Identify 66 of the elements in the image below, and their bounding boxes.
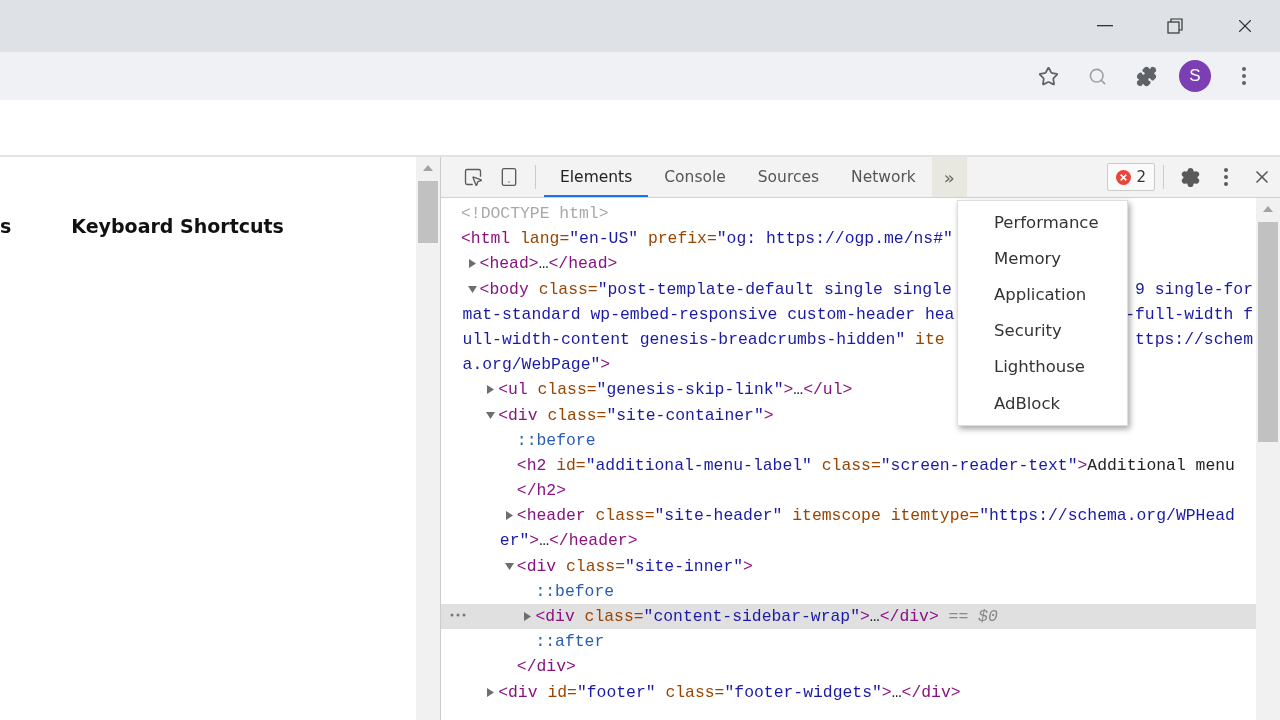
inspect-icon: [463, 167, 483, 187]
menu-icon: [1224, 168, 1228, 186]
star-icon: [1038, 65, 1059, 87]
code-line: 9 single-for: [1134, 278, 1253, 301]
code-line: </div>: [516, 656, 576, 679]
code-line: ::after: [535, 631, 605, 654]
ellipsis-icon[interactable]: [450, 613, 466, 617]
code-line: mat-standard wp-embed-responsive custom-header hea: [462, 303, 955, 326]
more-tabs-button[interactable]: »: [931, 157, 967, 197]
code-line: <h2 id="additional-menu-label" class="screen-reader-text">Additional menu: [516, 454, 1235, 477]
triangle-right-icon[interactable]: [486, 687, 496, 697]
scroll-up-icon[interactable]: [423, 165, 433, 171]
triangle-right-icon[interactable]: [467, 259, 477, 269]
code-line: <ul class="genesis-skip-link">…</ul>: [498, 379, 853, 402]
code-line: er">…</header>: [499, 530, 638, 553]
profile-avatar[interactable]: S: [1179, 60, 1211, 92]
triangle-right-icon[interactable]: [486, 385, 496, 395]
code-line: a.org/WebPage">: [462, 354, 611, 377]
devtools-tab[interactable]: Console: [648, 157, 742, 197]
menu-item[interactable]: Memory: [958, 240, 1127, 277]
devtools-tab[interactable]: Elements: [544, 157, 649, 197]
triangle-right-icon[interactable]: [504, 511, 514, 521]
code-line: <div class="site-inner">: [516, 555, 753, 578]
code-line: <header class="site-header" itemscope itemtype="https://schema.org/WPHead: [516, 505, 1235, 528]
page-heading: Keyboard Shortcuts: [71, 215, 284, 237]
settings-icon: [1179, 166, 1201, 188]
code-line: -full-width f: [1125, 303, 1253, 326]
scrollbar[interactable]: [416, 157, 440, 720]
triangle-down-icon[interactable]: [504, 561, 514, 571]
puzzle-icon: [1136, 65, 1157, 87]
triangle-down-icon[interactable]: [467, 284, 477, 294]
page-heading: s: [0, 215, 12, 237]
devtools-tab[interactable]: Sources: [741, 157, 836, 197]
menu-item[interactable]: Performance: [958, 204, 1127, 241]
code-line: <!DOCTYPE html>: [461, 203, 609, 225]
scrollbar[interactable]: [1256, 198, 1280, 720]
device-icon: [499, 167, 519, 187]
code-line: <head>…</head>: [479, 253, 618, 276]
code-line: ::before: [516, 429, 596, 452]
scroll-up-icon[interactable]: [1263, 206, 1273, 212]
menu-item[interactable]: Lighthouse: [958, 348, 1127, 385]
selected-row[interactable]: <div class="content-sidebar-wrap">…</div> == $0: [441, 604, 1256, 630]
menu-item[interactable]: Application: [958, 276, 1127, 313]
scrollbar-thumb[interactable]: [1258, 222, 1278, 442]
code-line: <div class="content-sidebar-wrap">…</div>: [535, 606, 939, 628]
code-line: ull-width-content genesis-breadcrumbs-hidden" ite: [462, 328, 945, 351]
devtools-tab[interactable]: Network: [835, 157, 932, 197]
code-line: <body class="post-template-default single single: [479, 278, 952, 301]
code-line: ttps://schem: [1134, 328, 1253, 351]
menu-icon: [1241, 67, 1246, 85]
menu-item[interactable]: Security: [958, 312, 1127, 349]
search-icon: [1088, 66, 1107, 86]
menu-item[interactable]: AdBlock: [958, 384, 1127, 422]
scrollbar-thumb[interactable]: [418, 181, 438, 243]
error-count-badge[interactable]: 2: [1107, 163, 1155, 191]
error-icon: [1116, 169, 1132, 185]
selection-marker: == $0: [947, 606, 998, 628]
triangle-right-icon[interactable]: [523, 612, 533, 622]
restore-icon: [1167, 18, 1183, 34]
minimize-icon: [1097, 25, 1113, 27]
code-line: ::before: [535, 580, 615, 603]
code-line: <div id="footer" class="footer-widgets">…</div>: [498, 681, 961, 704]
code-line: <html lang="en-US" prefix="og: https://ogp.me/ns#": [461, 228, 953, 251]
triangle-down-icon[interactable]: [486, 410, 496, 420]
code-line: <div class="site-container">: [498, 404, 774, 427]
code-line: </h2>: [516, 480, 566, 503]
